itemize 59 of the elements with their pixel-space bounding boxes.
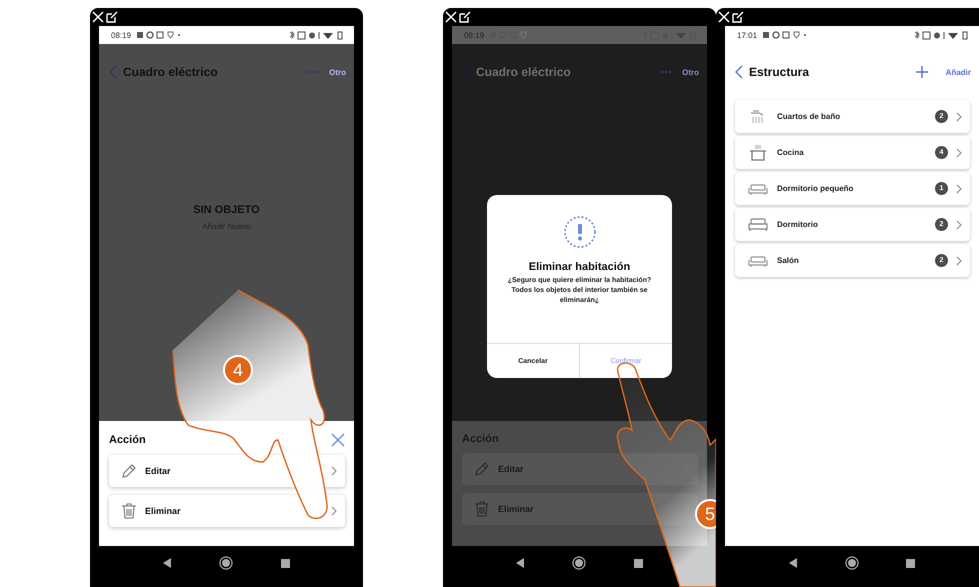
chevron-right-icon	[956, 184, 962, 194]
back-triangle-icon[interactable]	[788, 558, 798, 568]
edit-icon	[459, 11, 471, 23]
trash-can-icon	[121, 503, 137, 519]
chevron-right-icon	[956, 148, 962, 158]
bed-icon	[748, 218, 768, 232]
screen-title: Estructura	[749, 65, 810, 79]
room-name: Salón	[777, 256, 800, 265]
screen-title: Cuadro eléctrico	[123, 65, 219, 79]
system-icons-drawing	[641, 30, 697, 40]
sofa-icon	[748, 254, 768, 266]
chevron-right-icon	[331, 466, 337, 476]
chevron-right-icon	[331, 506, 337, 516]
room-name: Cocina	[777, 148, 805, 157]
action-link[interactable]: Otro	[329, 68, 346, 76]
chevron-right-icon	[956, 112, 962, 122]
recents-square-icon[interactable]	[634, 558, 644, 568]
home-circle-icon[interactable]	[572, 556, 586, 570]
dialog-title: Eliminar habitación	[528, 261, 630, 273]
sheet-title: Acción	[109, 434, 146, 446]
status-time: 17:01	[737, 30, 758, 40]
recents-square-icon[interactable]	[906, 558, 916, 568]
edit-icon	[106, 11, 118, 23]
recents-square-icon[interactable]	[281, 558, 290, 568]
notification-icons-drawing	[137, 31, 182, 39]
notification-icons-drawing	[763, 31, 808, 39]
home-circle-icon[interactable]	[219, 556, 234, 570]
empty-state-title: SIN OBJETO	[193, 204, 260, 216]
more-dots-icon[interactable]	[660, 70, 672, 74]
sheet-option[interactable]: Eliminar	[109, 495, 345, 527]
notification-icons-drawing	[490, 31, 534, 39]
sofa-icon	[748, 182, 768, 194]
chevron-right-icon	[956, 220, 962, 230]
back-triangle-icon[interactable]	[162, 558, 172, 568]
room-name: Cuartos de baño	[777, 112, 842, 121]
back-chevron-icon[interactable]	[735, 65, 743, 79]
home-circle-icon[interactable]	[844, 556, 859, 570]
pot-icon	[748, 144, 768, 162]
pencil-icon	[121, 463, 137, 479]
system-icons-drawing	[288, 30, 344, 40]
screen-title: Cuadro eléctrico	[476, 65, 572, 79]
pencil-icon	[474, 461, 490, 477]
close-icon	[718, 11, 730, 23]
room-name: Dormitorio	[777, 220, 819, 229]
close-icon[interactable]	[331, 433, 345, 447]
close-icon	[92, 11, 104, 23]
plus-icon[interactable]	[916, 66, 928, 78]
back-triangle-icon[interactable]	[516, 558, 525, 568]
action-link[interactable]: Añadir	[946, 68, 971, 76]
warning-icon	[562, 215, 596, 249]
close-icon	[445, 11, 457, 23]
status-time: 08:19	[464, 30, 484, 40]
chevron-right-icon	[956, 256, 962, 266]
system-icons-drawing	[913, 30, 969, 40]
edit-icon	[732, 11, 744, 23]
trash-can-icon	[474, 501, 490, 517]
status-time: 08:19	[111, 30, 132, 40]
room-name: Dormitorio pequeño	[777, 184, 854, 193]
action-link[interactable]: Otro	[682, 68, 699, 76]
